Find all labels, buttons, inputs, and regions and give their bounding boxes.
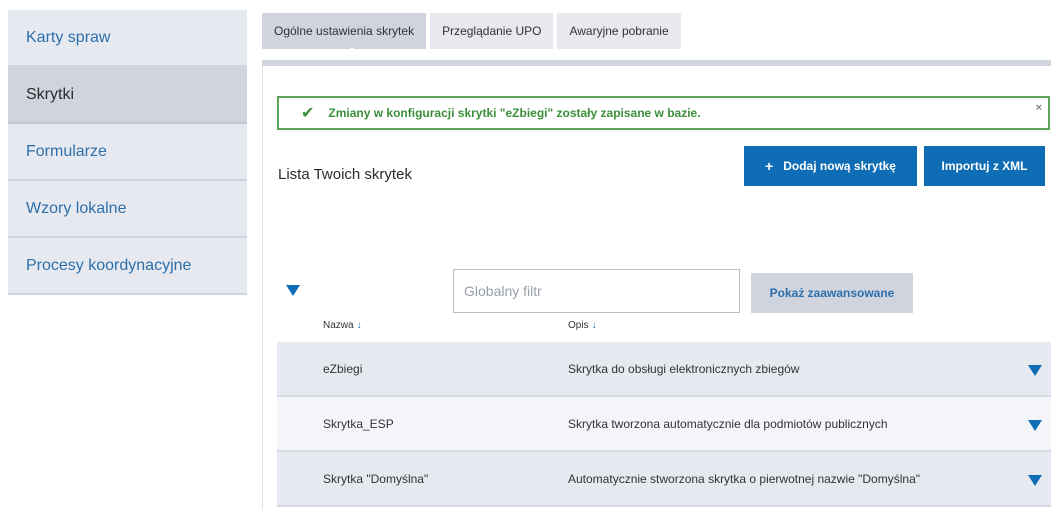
row-name: eZbiegi [323, 361, 363, 376]
tab-emergency-download[interactable]: Awaryjne pobranie [557, 13, 681, 49]
column-header-name[interactable]: Nazwa ↓ [323, 320, 362, 331]
expand-row-icon[interactable] [1028, 475, 1042, 486]
sort-arrow-icon: ↓ [356, 320, 362, 331]
row-name: Skrytka_ESP [323, 416, 394, 431]
success-alert: ✔ Zmiany w konfiguracji skrytki "eZbiegi… [277, 96, 1050, 130]
sidebar-item-wzory-lokalne[interactable]: Wzory lokalne [8, 181, 247, 238]
sidebar-item-procesy-koordynacyjne[interactable]: Procesy koordynacyjne [8, 238, 247, 295]
expand-row-icon[interactable] [1028, 365, 1042, 376]
table-row[interactable]: Skrytka_ESP Skrytka tworzona automatyczn… [277, 397, 1051, 450]
row-divider [277, 505, 1051, 507]
expand-row-icon[interactable] [1028, 420, 1042, 431]
sidebar-item-karty-spraw[interactable]: Karty spraw [8, 10, 247, 67]
column-header-description-label: Opis [568, 320, 589, 331]
sidebar: Karty spraw Skrytki Formularze Wzory lok… [8, 10, 247, 295]
check-icon: ✔ [301, 105, 315, 122]
row-name: Skrytka "Domyślna" [323, 471, 429, 486]
alert-message: Zmiany w konfiguracji skrytki "eZbiegi" … [328, 106, 701, 120]
import-xml-button[interactable]: Importuj z XML [924, 146, 1045, 186]
sort-arrow-icon: ↓ [591, 320, 597, 331]
close-icon[interactable]: × [1036, 102, 1042, 114]
tab-underline [262, 60, 1051, 66]
table-row[interactable]: Skrytka "Domyślna" Automatycznie stworzo… [277, 452, 1051, 505]
global-filter-input[interactable] [453, 269, 740, 313]
sidebar-item-formularze[interactable]: Formularze [8, 124, 247, 181]
add-mailbox-label: Dodaj nową skrytkę [783, 159, 896, 173]
column-header-name-label: Nazwa [323, 320, 354, 331]
tab-upo-browse[interactable]: Przeglądanie UPO [430, 13, 554, 49]
add-mailbox-button[interactable]: + Dodaj nową skrytkę [744, 146, 917, 186]
row-description: Skrytka tworzona automatycznie dla podmi… [568, 416, 888, 431]
content-divider [262, 66, 263, 510]
column-header-description[interactable]: Opis ↓ [568, 320, 597, 331]
expand-all-icon[interactable] [286, 285, 300, 296]
row-description: Automatycznie stworzona skrytka o pierwo… [568, 471, 920, 486]
tab-bar: Ogólne ustawienia skrytek Przeglądanie U… [262, 13, 685, 55]
tab-general-settings[interactable]: Ogólne ustawienia skrytek [262, 13, 427, 55]
table-row[interactable]: eZbiegi Skrytka do obsługi elektroniczny… [277, 342, 1051, 395]
show-advanced-button[interactable]: Pokaż zaawansowane [751, 273, 913, 313]
page-title: Lista Twoich skrytek [278, 166, 412, 183]
sidebar-item-skrytki[interactable]: Skrytki [8, 67, 247, 124]
plus-icon: + [765, 158, 774, 174]
row-description: Skrytka do obsługi elektronicznych zbieg… [568, 361, 800, 376]
